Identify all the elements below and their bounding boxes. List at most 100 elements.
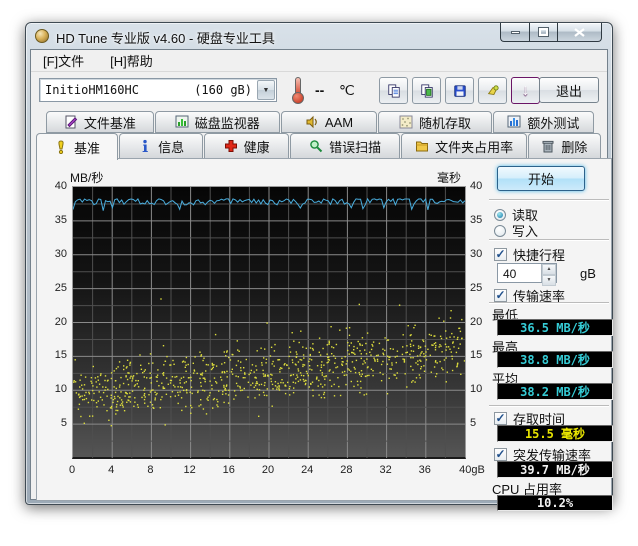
menu-file[interactable]: [F]文件 <box>39 49 88 72</box>
tab-health[interactable]: 健康 <box>204 133 289 159</box>
client-area: [F]文件 [H]帮助 InitioHM160HC (160 gB) ▼ -- … <box>30 49 608 500</box>
x-axis-tick: 20 <box>262 464 274 476</box>
checkbox-checked-icon: ✓ <box>494 448 507 461</box>
spinner-down-icon[interactable]: ▼ <box>542 275 556 286</box>
tab-aam[interactable]: AAM <box>281 111 378 133</box>
min-value: 36.5 MB/秒 <box>497 319 613 336</box>
x-axis-tick: 4 <box>108 464 114 476</box>
benchmark-icon <box>54 140 68 154</box>
right-axis-unit: 毫秒 <box>437 169 461 186</box>
x-axis-tick: 36 <box>419 464 431 476</box>
tab-random-access[interactable]: 随机存取 <box>378 111 492 133</box>
error-scan-icon <box>309 139 323 153</box>
capacity-value: 40 <box>498 264 541 282</box>
chevron-down-icon[interactable]: ▼ <box>257 80 275 100</box>
y-axis-tick: 15 <box>41 349 67 361</box>
health-icon <box>224 139 238 153</box>
x-axis-tick: 24 <box>301 464 313 476</box>
window-title: HD Tune 专业版 v4.60 - 硬盘专业工具 <box>56 28 275 47</box>
y-axis-tick: 25 <box>470 282 496 294</box>
cpu-value: 10.2% <box>497 495 613 511</box>
drive-select[interactable]: InitioHM160HC (160 gB) ▼ <box>39 78 277 102</box>
y-axis-tick: 35 <box>41 214 67 226</box>
tab-error-scan[interactable]: 错误扫描 <box>290 133 401 159</box>
titlebar[interactable]: HD Tune 专业版 v4.60 - 硬盘专业工具 <box>26 23 612 49</box>
write-radio[interactable]: 写入 <box>494 221 538 240</box>
divider <box>489 302 609 303</box>
checkbox-checked-icon: ✓ <box>494 412 507 425</box>
options-icon <box>486 84 500 98</box>
update-button[interactable]: ↓ <box>511 77 540 104</box>
benchmark-panel: MB/秒 毫秒 403530252015105 403530252015105 … <box>36 158 612 501</box>
avg-value: 38.2 MB/秒 <box>497 383 613 400</box>
tab-info[interactable]: 信息 <box>119 133 204 159</box>
tab-benchmark[interactable]: 基准 <box>36 133 118 160</box>
maximize-icon <box>539 28 548 36</box>
x-axis-tick: 32 <box>379 464 391 476</box>
start-button[interactable]: 开始 <box>497 166 585 191</box>
x-axis-tick: 40gB <box>459 464 485 476</box>
spinner-up-icon[interactable]: ▲ <box>542 264 556 275</box>
y-axis-tick: 5 <box>41 417 67 429</box>
thermometer-icon <box>291 77 305 104</box>
y-axis-tick: 30 <box>41 248 67 260</box>
tab-delete[interactable]: 删除 <box>528 133 601 159</box>
temperature-value: -- <box>315 82 324 98</box>
disk-monitor-icon <box>175 115 189 129</box>
toolbar: InitioHM160HC (160 gB) ▼ -- ℃ <box>31 73 607 109</box>
close-button[interactable] <box>557 23 602 42</box>
copy-image-icon <box>420 84 434 98</box>
y-axis-tick: 25 <box>41 282 67 294</box>
divider <box>489 405 609 406</box>
random-access-icon <box>399 115 413 129</box>
drive-size: (160 gB) <box>194 83 252 97</box>
close-icon <box>574 28 585 37</box>
copy-text-button[interactable] <box>379 77 408 104</box>
y-axis-tick: 35 <box>470 214 496 226</box>
copy-text-icon <box>387 84 401 98</box>
options-button[interactable] <box>478 77 507 104</box>
checkbox-checked-icon: ✓ <box>494 289 507 302</box>
divider <box>489 239 609 240</box>
save-button[interactable] <box>445 77 474 104</box>
x-axis-tick: 16 <box>223 464 235 476</box>
download-icon: ↓ <box>522 83 530 99</box>
left-axis-unit: MB/秒 <box>70 169 103 186</box>
burst-rate-value: 39.7 MB/秒 <box>497 461 613 478</box>
y-axis-tick: 20 <box>41 316 67 328</box>
exit-button[interactable]: 退出 <box>539 77 599 103</box>
short-stroke-checkbox[interactable]: ✓ 快捷行程 <box>494 245 565 264</box>
copy-image-button[interactable] <box>412 77 441 104</box>
temperature-unit: ℃ <box>339 82 355 99</box>
capacity-unit: gB <box>580 266 596 281</box>
tab-disk-monitor[interactable]: 磁盘监视器 <box>155 111 280 133</box>
radio-selected-icon <box>494 209 506 221</box>
app-icon <box>35 29 49 43</box>
chart-canvas <box>73 187 465 458</box>
x-axis-tick: 8 <box>147 464 153 476</box>
radio-unselected-icon <box>494 225 506 237</box>
toolbar-buttons: ↓ <box>379 77 540 104</box>
delete-icon <box>541 139 555 153</box>
y-axis-tick: 10 <box>41 383 67 395</box>
y-axis-tick: 40 <box>470 180 496 192</box>
aam-icon <box>305 115 319 129</box>
capacity-stepper[interactable]: 40 ▲ ▼ <box>497 263 557 283</box>
file-benchmark-icon <box>64 115 78 129</box>
save-icon <box>453 84 467 98</box>
tab-file-benchmark[interactable]: 文件基准 <box>46 111 154 133</box>
y-axis-tick: 40 <box>41 180 67 192</box>
minimize-icon <box>511 31 520 34</box>
drive-name: InitioHM160HC <box>45 83 139 97</box>
minimize-button[interactable] <box>500 23 529 42</box>
x-axis-tick: 0 <box>69 464 75 476</box>
tab-row-primary: 基准 信息 健康 错误扫描 <box>36 133 602 159</box>
maximize-button[interactable] <box>529 23 557 42</box>
tab-folder-usage[interactable]: 文件夹占用率 <box>401 133 526 159</box>
tab-extra-tests[interactable]: 额外测试 <box>493 111 594 133</box>
x-axis-tick: 28 <box>340 464 352 476</box>
benchmark-chart <box>72 186 466 459</box>
menu-bar: [F]文件 [H]帮助 <box>31 50 607 72</box>
menu-help[interactable]: [H]帮助 <box>106 49 157 72</box>
y-axis-tick: 30 <box>470 248 496 260</box>
